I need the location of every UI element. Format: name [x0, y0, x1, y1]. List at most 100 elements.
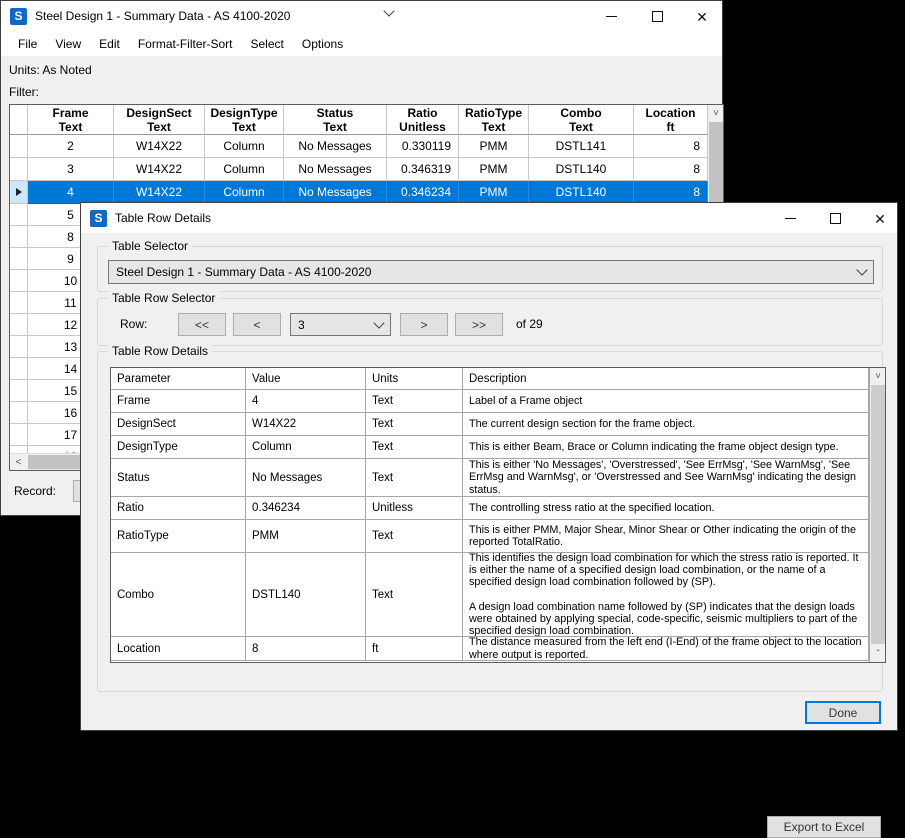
- menu-item-options[interactable]: Options: [293, 33, 352, 55]
- dialog-table-selector-value: Steel Design 1 - Summary Data - AS 4100-…: [116, 265, 858, 279]
- table-row-cell[interactable]: 2: [28, 135, 114, 158]
- table-row-cell[interactable]: W14X22: [114, 181, 205, 204]
- table-row-cell[interactable]: DSTL140: [529, 158, 634, 181]
- table-row-cell[interactable]: No Messages: [284, 158, 387, 181]
- v-scroll-thumb[interactable]: [709, 122, 723, 207]
- details-scroll-thumb[interactable]: [871, 385, 885, 644]
- details-header-description: Description: [463, 368, 869, 390]
- menu-item-view[interactable]: View: [46, 33, 90, 55]
- close-button[interactable]: ✕: [687, 6, 717, 27]
- first-row-button[interactable]: <<: [178, 313, 226, 336]
- menu-item-edit[interactable]: Edit: [90, 33, 129, 55]
- detail-description-cell: This identifies the design load combinat…: [463, 553, 869, 637]
- row-selector-cell[interactable]: [10, 248, 28, 270]
- last-row-button[interactable]: >>: [455, 313, 503, 336]
- dialog-maximize-button[interactable]: [820, 208, 850, 229]
- main-titlebar: S Steel Design 1 - Summary Data - AS 410…: [1, 1, 722, 32]
- done-button[interactable]: Done: [805, 701, 881, 724]
- table-row-cell[interactable]: DSTL141: [529, 135, 634, 158]
- row-selector-cell[interactable]: [10, 424, 28, 446]
- table-selector-combo-dialog[interactable]: Steel Design 1 - Summary Data - AS 4100-…: [108, 260, 874, 284]
- maximize-icon: [652, 11, 663, 22]
- row-selector-cell[interactable]: [10, 204, 28, 226]
- table-row-cell[interactable]: W14X22: [114, 135, 205, 158]
- dialog-app-icon: S: [90, 210, 107, 227]
- detail-value-cell: 8: [246, 637, 366, 661]
- maximize-button[interactable]: [642, 6, 672, 27]
- detail-units-cell: Text: [366, 413, 463, 436]
- chevron-down-icon: [856, 264, 867, 275]
- next-row-button[interactable]: >: [400, 313, 448, 336]
- detail-description-cell: This is either 'No Messages', 'Overstres…: [463, 459, 869, 497]
- table-row-cell[interactable]: Column: [205, 181, 284, 204]
- row-selector-cell[interactable]: [10, 446, 28, 453]
- detail-description-cell: Label of a Frame object: [463, 390, 869, 413]
- table-row-cell[interactable]: W14X22: [114, 158, 205, 181]
- row-selector-cell[interactable]: [10, 380, 28, 402]
- current-row-arrow-icon: [16, 188, 22, 196]
- scroll-down-icon[interactable]: ˇ: [870, 646, 886, 662]
- table-row-cell[interactable]: 0.346319: [387, 158, 459, 181]
- detail-description-cell: The controlling stress ratio at the spec…: [463, 497, 869, 520]
- row-number-combo[interactable]: 3: [290, 313, 391, 336]
- table-row-cell[interactable]: No Messages: [284, 181, 387, 204]
- table-row-cell[interactable]: 8: [634, 181, 708, 204]
- minimize-button[interactable]: [596, 6, 626, 27]
- table-row-selector-group-label: Table Row Selector: [108, 291, 219, 305]
- detail-parameter-cell: Status: [111, 459, 246, 497]
- table-row-cell[interactable]: PMM: [459, 158, 529, 181]
- table-row-cell[interactable]: 0.346234: [387, 181, 459, 204]
- dialog-close-button[interactable]: ✕: [865, 208, 895, 229]
- detail-units-cell: Text: [366, 390, 463, 413]
- menu-item-select[interactable]: Select: [242, 33, 293, 55]
- table-row-cell[interactable]: Column: [205, 158, 284, 181]
- dialog-titlebar: S Table Row Details ✕: [81, 203, 897, 233]
- main-window-title: Steel Design 1 - Summary Data - AS 4100-…: [35, 9, 290, 23]
- table-selector-group: Table Selector Steel Design 1 - Summary …: [97, 246, 883, 292]
- row-selector-cell[interactable]: [10, 358, 28, 380]
- detail-units-cell: ft: [366, 637, 463, 661]
- dialog-minimize-button[interactable]: [775, 208, 805, 229]
- table-row-cell[interactable]: 8: [634, 158, 708, 181]
- column-header-frame: Frame Text: [28, 105, 114, 135]
- export-to-excel-button[interactable]: Export to Excel: [767, 816, 881, 838]
- table-selector-group-label: Table Selector: [108, 239, 192, 253]
- table-row-cell[interactable]: 4: [28, 181, 114, 204]
- column-header-designtype: DesignType Text: [205, 105, 284, 135]
- table-row-cell[interactable]: DSTL140: [529, 181, 634, 204]
- scroll-up-icon[interactable]: ˅: [708, 105, 724, 121]
- row-selector-cell[interactable]: [10, 314, 28, 336]
- prev-row-button[interactable]: <: [233, 313, 281, 336]
- table-row-cell[interactable]: PMM: [459, 181, 529, 204]
- detail-parameter-cell: DesignType: [111, 436, 246, 459]
- row-selector-cell[interactable]: [10, 292, 28, 314]
- chevron-down-icon: [373, 317, 384, 328]
- table-row-cell[interactable]: Column: [205, 135, 284, 158]
- table-row-cell[interactable]: 3: [28, 158, 114, 181]
- detail-units-cell: Unitless: [366, 497, 463, 520]
- corner-header-cell: [10, 105, 28, 135]
- table-row-cell[interactable]: 0.330119: [387, 135, 459, 158]
- table-row-cell[interactable]: PMM: [459, 135, 529, 158]
- table-row-cell[interactable]: 8: [634, 135, 708, 158]
- row-selector-cell[interactable]: [10, 181, 28, 204]
- detail-value-cell: DSTL140: [246, 553, 366, 637]
- details-header-value: Value: [246, 368, 366, 390]
- column-header-ratiotype: RatioType Text: [459, 105, 529, 135]
- menu-item-file[interactable]: File: [9, 33, 46, 55]
- row-selector-cell[interactable]: [10, 158, 28, 181]
- details-table: ˅ ˇ ParameterValueUnitsDescriptionFrame4…: [110, 367, 886, 663]
- table-row-cell[interactable]: No Messages: [284, 135, 387, 158]
- scroll-left-icon[interactable]: ˂: [10, 454, 27, 470]
- row-selector-cell[interactable]: [10, 135, 28, 158]
- details-header-units: Units: [366, 368, 463, 390]
- row-selector-cell[interactable]: [10, 402, 28, 424]
- table-row-details-group: Table Row Details ˅ ˇ ParameterValueUnit…: [97, 351, 883, 692]
- scroll-up-icon[interactable]: ˅: [870, 368, 886, 384]
- row-selector-cell[interactable]: [10, 336, 28, 358]
- row-selector-cell[interactable]: [10, 270, 28, 292]
- details-v-scrollbar[interactable]: ˅ ˇ: [869, 368, 885, 662]
- menu-item-format-filter-sort[interactable]: Format-Filter-Sort: [129, 33, 242, 55]
- dialog-title: Table Row Details: [115, 211, 211, 225]
- row-selector-cell[interactable]: [10, 226, 28, 248]
